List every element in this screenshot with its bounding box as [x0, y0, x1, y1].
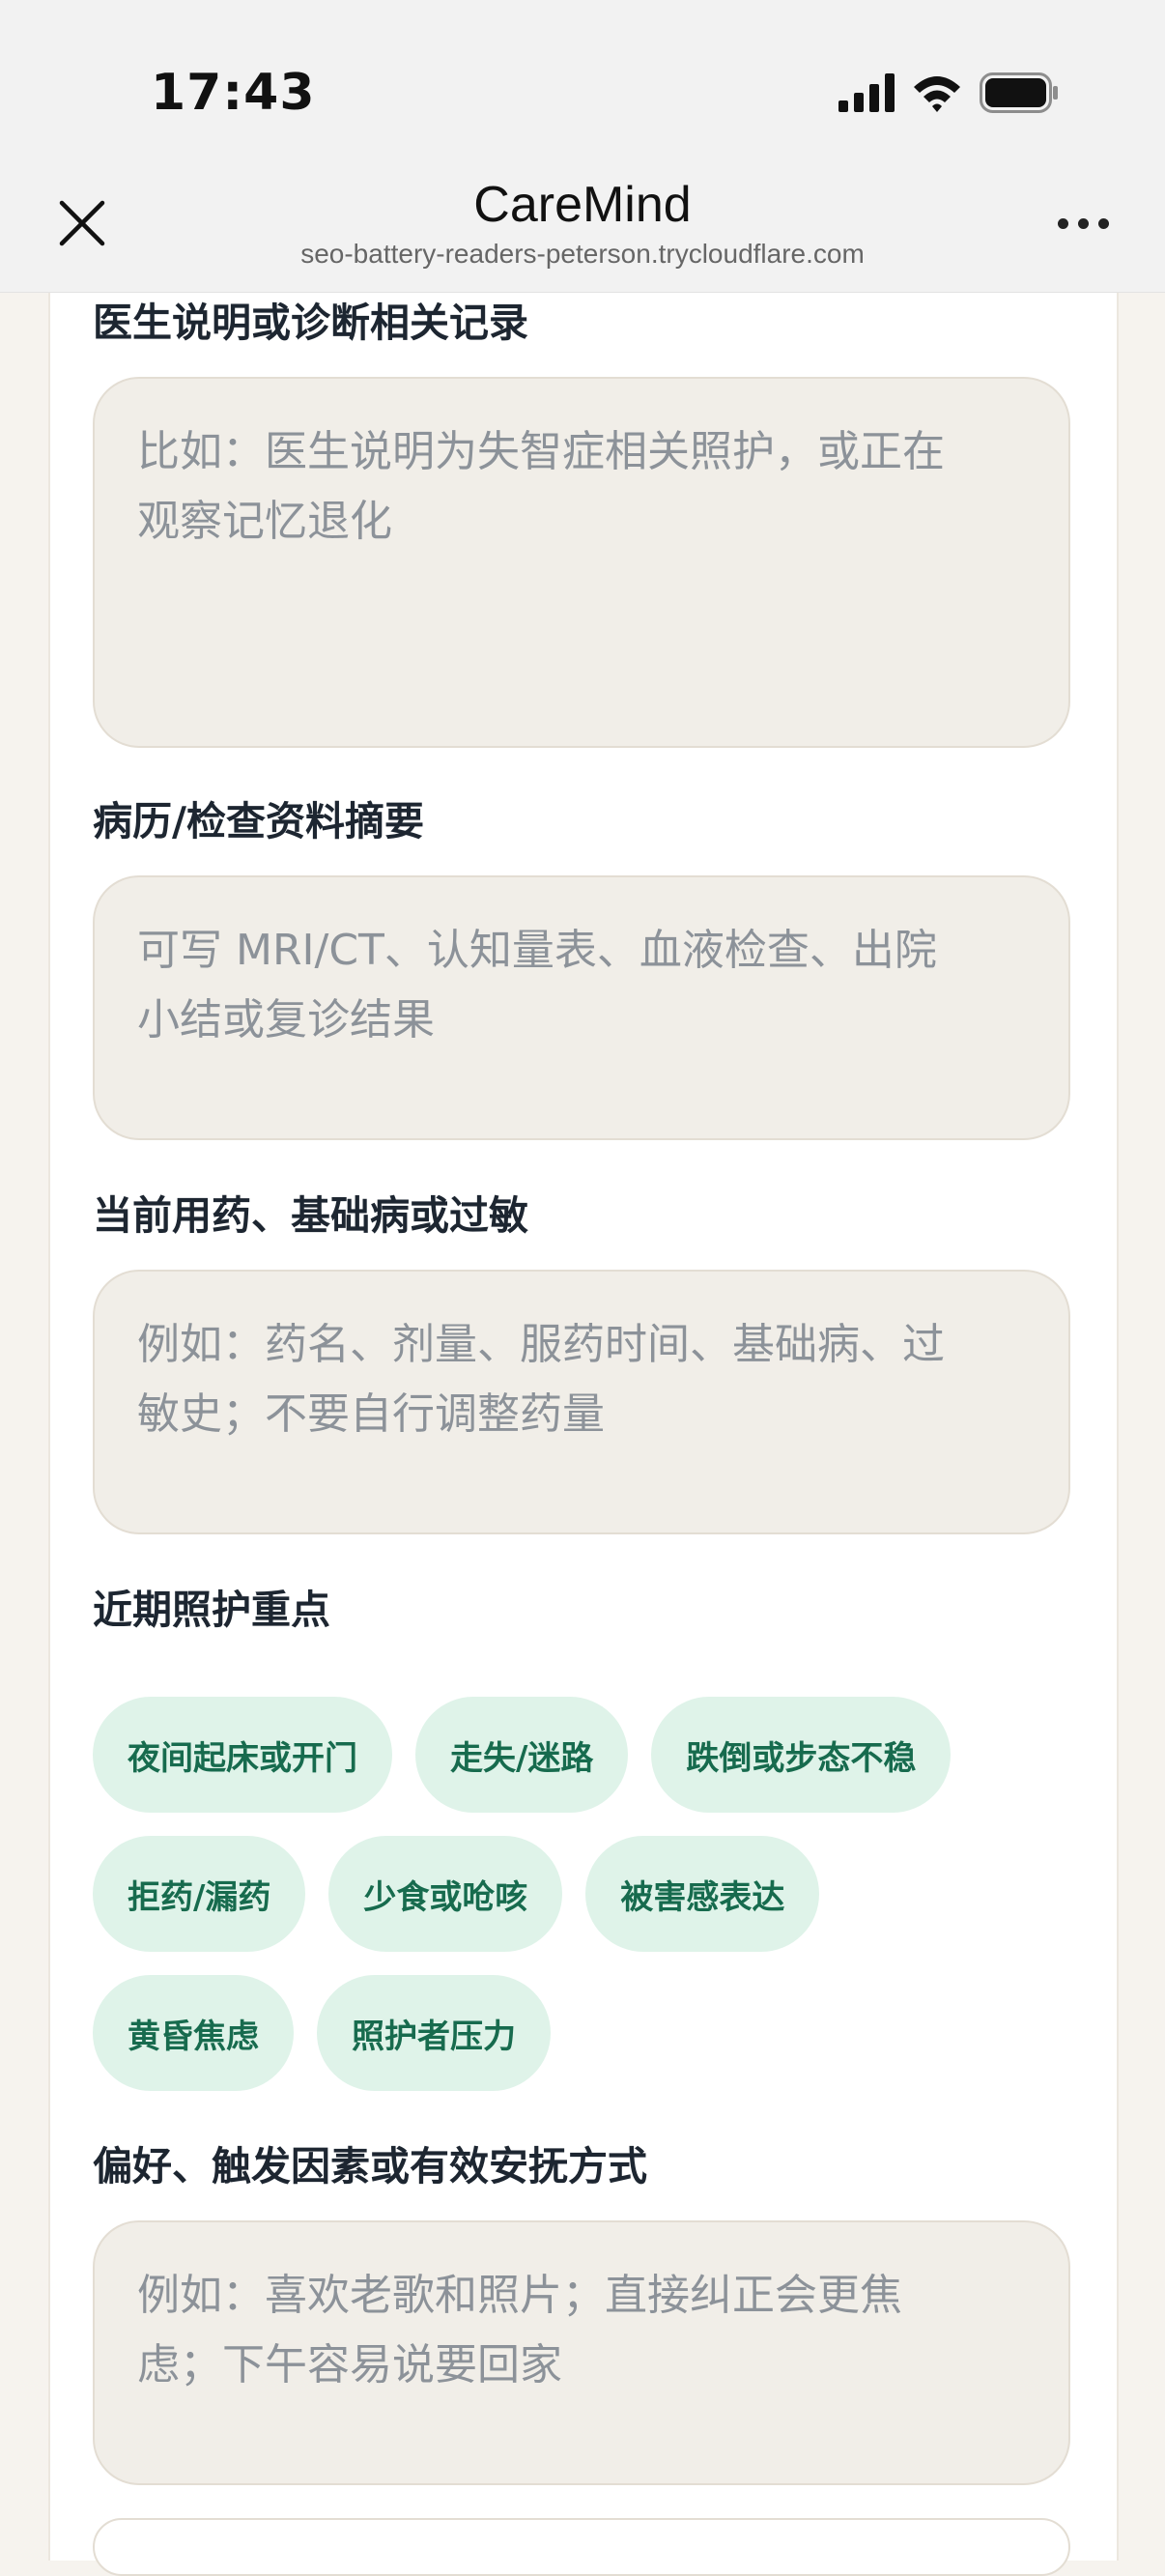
close-button[interactable] — [48, 189, 116, 257]
more-dot-icon — [1097, 217, 1109, 229]
medications-textarea[interactable]: 例如：药名、剂量、服药时间、基础病、过 敏史；不要自行调整药量 — [93, 1270, 1070, 1534]
wifi-icon — [914, 76, 960, 112]
medical-records-label: 病历/检查资料摘要 — [93, 798, 424, 844]
chip-medication-refusal[interactable]: 拒药/漏药 — [93, 1836, 306, 1952]
page-url: seo-battery-readers-peterson.trycloudfla… — [300, 239, 865, 269]
chip-paranoia[interactable]: 被害感表达 — [585, 1836, 820, 1952]
preferences-label: 偏好、触发因素或有效安抚方式 — [93, 2143, 647, 2190]
placeholder-text: 观察记忆退化 — [137, 497, 392, 546]
battery-icon — [980, 72, 1058, 113]
status-icons — [838, 70, 1059, 116]
medications-label: 当前用药、基础病或过敏 — [93, 1192, 528, 1239]
chip-fall-risk[interactable]: 跌倒或步态不稳 — [651, 1697, 952, 1813]
placeholder-text: 虑；下午容易说要回家 — [137, 2340, 562, 2390]
browser-top-bar: 17:43 CareMind seo-battery-readers-peter… — [0, 0, 1165, 293]
placeholder-text: 可写 MRI/CT、认知量表、血液检查、出院 — [137, 926, 937, 975]
placeholder-text: 比如：医生说明为失智症相关照护，或正在 — [137, 427, 945, 476]
doctor-notes-label: 医生说明或诊断相关记录 — [93, 300, 528, 346]
chip-getting-lost[interactable]: 走失/迷路 — [415, 1697, 629, 1813]
chip-night-wandering[interactable]: 夜间起床或开门 — [93, 1697, 392, 1813]
chip-caregiver-stress[interactable]: 照护者压力 — [317, 1975, 551, 2091]
preferences-textarea[interactable]: 例如：喜欢老歌和照片；直接纠正会更焦 虑；下午容易说要回家 — [93, 2220, 1070, 2485]
placeholder-text: 小结或复诊结果 — [137, 995, 435, 1045]
page-title-area: CareMind seo-battery-readers-peterson.tr… — [193, 176, 972, 271]
placeholder-text: 敏史；不要自行调整药量 — [137, 1389, 605, 1439]
care-focus-label: 近期照护重点 — [93, 1587, 330, 1633]
medical-records-textarea[interactable]: 可写 MRI/CT、认知量表、血液检查、出院 小结或复诊结果 — [93, 875, 1070, 1140]
more-dot-icon — [1077, 217, 1089, 229]
close-icon — [59, 200, 105, 246]
chip-eating-choking[interactable]: 少食或呛咳 — [328, 1836, 563, 1952]
app-title: CareMind — [473, 177, 692, 233]
care-focus-chips: 夜间起床或开门 走失/迷路 跌倒或步态不稳 拒药/漏药 少食或呛咳 被害感表达 … — [93, 1697, 1070, 2114]
chip-sundowning[interactable]: 黄昏焦虑 — [93, 1975, 294, 2091]
doctor-notes-textarea[interactable]: 比如：医生说明为失智症相关照护，或正在 观察记忆退化 — [93, 377, 1070, 748]
placeholder-text: 例如：喜欢老歌和照片；直接纠正会更焦 — [137, 2271, 902, 2320]
next-field-partial[interactable] — [93, 2518, 1070, 2576]
signal-icon — [838, 73, 895, 112]
status-time: 17:43 — [151, 64, 316, 122]
more-options-button[interactable] — [1049, 199, 1117, 247]
placeholder-text: 例如：药名、剂量、服药时间、基础病、过 — [137, 1320, 945, 1369]
more-dot-icon — [1057, 217, 1068, 229]
